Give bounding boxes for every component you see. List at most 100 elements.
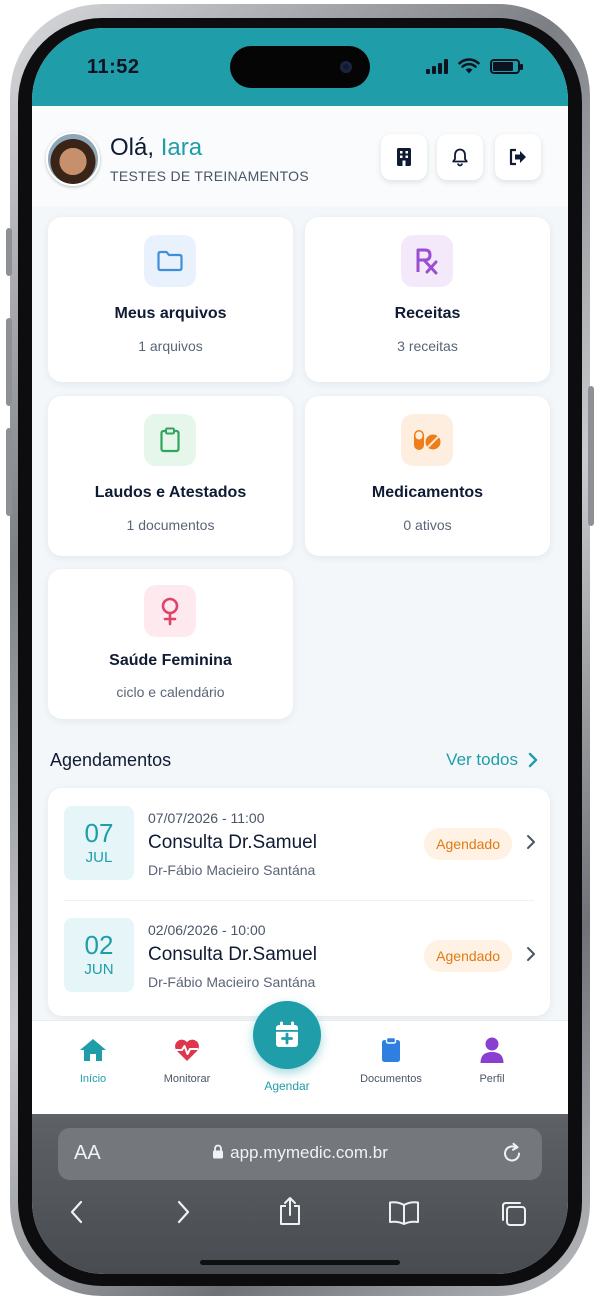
card-icon-bg [144, 585, 196, 637]
avatar[interactable] [46, 132, 100, 186]
tabs-icon[interactable] [500, 1200, 528, 1228]
appointment-item[interactable]: 07 JUL 07/07/2026 - 11:00 Consulta Dr.Sa… [48, 788, 550, 900]
prescription-icon [416, 248, 438, 275]
status-icons [426, 58, 523, 74]
bell-icon [452, 148, 468, 167]
clipboard-icon [382, 1036, 400, 1062]
appointment-date: 07 JUL [64, 806, 134, 880]
nav-label: Monitorar [163, 1073, 211, 1085]
appointments-title: Agendamentos [50, 750, 172, 770]
logout-button[interactable] [495, 134, 541, 180]
card-title: Laudos e Atestados [94, 484, 247, 501]
status-badge: Agendado [424, 940, 512, 972]
user-icon [480, 1037, 504, 1063]
card-prescriptions[interactable]: Receitas 3 receitas [305, 217, 550, 382]
appointment-doctor: Dr-Fábio Macieiro Santána [148, 862, 316, 878]
nav-label: Perfil [479, 1073, 505, 1085]
nav-label: Documentos [360, 1073, 422, 1085]
action-button [6, 228, 12, 276]
clipboard-icon [160, 427, 180, 453]
calendar-plus-icon [276, 1021, 298, 1047]
wifi-icon [458, 58, 480, 74]
card-subtitle: 1 arquivos [138, 338, 203, 354]
nav-label: Início [79, 1073, 107, 1085]
card-icon-bg [401, 235, 453, 287]
appointment-day: 07 [84, 818, 114, 848]
bottom-nav: Início Monitorar Agendar Documentos Perf… [32, 1001, 568, 1114]
share-icon[interactable] [278, 1196, 302, 1226]
appointment-datetime: 02/06/2026 - 10:00 [148, 922, 266, 938]
volume-down-button [6, 428, 12, 516]
status-time: 11:52 [87, 56, 140, 78]
appointment-title: Consulta Dr.Samuel [148, 832, 317, 853]
chevron-right-icon [527, 835, 535, 849]
card-icon-bg [144, 414, 196, 466]
appointment-datetime: 07/07/2026 - 11:00 [148, 810, 265, 826]
logout-icon [509, 148, 526, 166]
see-all-link[interactable]: Ver todos [446, 750, 538, 770]
appointment-doctor: Dr-Fábio Macieiro Santána [148, 974, 316, 990]
battery-icon [490, 58, 523, 74]
card-subtitle: 0 ativos [403, 517, 452, 533]
see-all-label: Ver todos [446, 750, 518, 769]
nav-item-home[interactable]: Início [48, 1033, 138, 1085]
card-icon-bg [401, 414, 453, 466]
card-title: Saúde Feminina [109, 652, 232, 669]
appointment-date: 02 JUN [64, 918, 134, 992]
card-my-files[interactable]: Meus arquivos 1 arquivos [48, 217, 293, 382]
power-button [588, 386, 594, 526]
appointment-day: 02 [84, 930, 114, 960]
home-indicator [200, 1260, 400, 1265]
card-subtitle: 1 documentos [126, 517, 215, 533]
nav-item-profile[interactable]: Perfil [447, 1033, 537, 1085]
forward-icon[interactable] [176, 1200, 190, 1224]
card-subtitle: ciclo e calendário [116, 684, 225, 700]
nav-item-monitor[interactable]: Monitorar [142, 1033, 232, 1085]
chevron-right-icon [528, 752, 538, 768]
header: Olá, Iara TESTES DE TREINAMENTOS [32, 106, 568, 206]
greeting: Olá, Iara [110, 134, 202, 162]
browser-toolbar: AA app.mymedic.com.br [32, 1114, 568, 1274]
female-icon [161, 597, 179, 626]
chevron-right-icon [527, 947, 535, 961]
url-text: app.mymedic.com.br [230, 1143, 388, 1162]
appointment-month: JUN [84, 961, 114, 978]
card-reports-certificates[interactable]: Laudos e Atestados 1 documentos [48, 396, 293, 556]
schedule-fab-button[interactable] [253, 1001, 321, 1069]
user-name: Iara [160, 134, 203, 161]
appointment-month: JUL [85, 849, 113, 866]
card-title: Meus arquivos [114, 305, 227, 322]
appointment-item[interactable]: 02 JUN 02/06/2026 - 10:00 Consulta Dr.Sa… [48, 900, 550, 1012]
bookmarks-icon[interactable] [388, 1200, 420, 1226]
back-icon[interactable] [70, 1200, 84, 1224]
home-icon [80, 1039, 106, 1061]
volume-up-button [6, 318, 12, 406]
building-button[interactable] [381, 134, 427, 180]
greeting-text: Olá, [110, 134, 155, 161]
card-womens-health[interactable]: Saúde Feminina ciclo e calendário [48, 569, 293, 719]
heart-pulse-icon [175, 1039, 199, 1061]
camera-icon [340, 61, 352, 73]
dynamic-island [230, 46, 370, 88]
nav-label: Agendar [264, 1079, 310, 1093]
address-bar[interactable]: AA app.mymedic.com.br [58, 1128, 542, 1180]
address-text: app.mymedic.com.br [58, 1143, 542, 1163]
notifications-button[interactable] [437, 134, 483, 180]
status-bar: 11:52 [32, 28, 568, 106]
card-icon-bg [144, 235, 196, 287]
card-title: Medicamentos [371, 484, 484, 501]
organization-name: TESTES DE TREINAMENTOS [110, 168, 310, 184]
folder-icon [157, 250, 183, 272]
lock-icon [213, 1144, 224, 1159]
appointment-title: Consulta Dr.Samuel [148, 944, 317, 965]
building-icon [397, 148, 411, 166]
nav-item-documents[interactable]: Documentos [346, 1033, 436, 1085]
card-medications[interactable]: Medicamentos 0 ativos [305, 396, 550, 556]
status-badge: Agendado [424, 828, 512, 860]
reload-icon[interactable] [500, 1141, 524, 1165]
appointments-list: 07 JUL 07/07/2026 - 11:00 Consulta Dr.Sa… [48, 788, 550, 1016]
cellular-signal-icon [426, 58, 448, 74]
card-subtitle: 3 receitas [397, 338, 458, 354]
screen: 11:52 Olá, Iara TESTES DE TREINAMENTOS M… [32, 28, 568, 1274]
card-title: Receitas [394, 305, 461, 322]
